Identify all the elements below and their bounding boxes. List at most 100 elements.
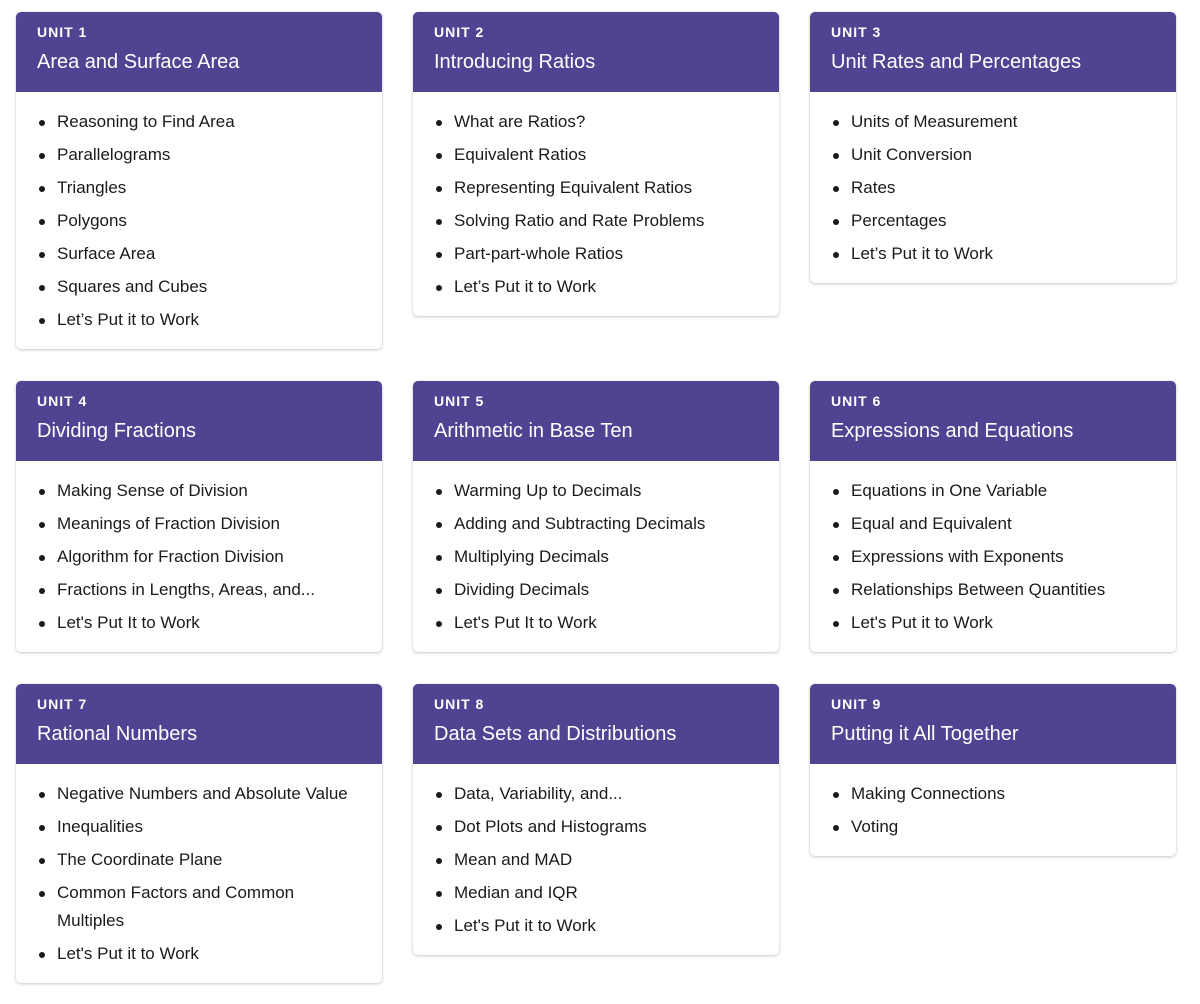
lesson-title: Negative Numbers and Absolute Value <box>57 784 348 803</box>
bullet-icon <box>39 858 45 864</box>
unit-card-header[interactable]: UNIT 4 Dividing Fractions <box>16 381 382 461</box>
lesson-title: Voting <box>851 817 899 836</box>
lesson-link[interactable]: Let's Put it to Work <box>36 940 362 968</box>
unit-title: Unit Rates and Percentages <box>831 51 1082 73</box>
bullet-icon <box>39 555 45 561</box>
lesson-link[interactable]: Let's Put it to Work <box>433 912 759 940</box>
lesson-link[interactable]: Multiplying Decimals <box>433 543 759 571</box>
lesson-link[interactable]: The Coordinate Plane <box>36 846 362 874</box>
lesson-link[interactable]: Inequalities <box>36 813 362 841</box>
lesson-link[interactable]: Expressions with Exponents <box>830 543 1156 571</box>
lesson-title: Data, Variability, and... <box>454 784 623 803</box>
lesson-link[interactable]: Part-part-whole Ratios <box>433 240 759 268</box>
unit-card-7: UNIT 7 Rational Numbers Negative Numbers… <box>16 684 382 983</box>
bullet-icon <box>436 792 442 798</box>
lesson-link[interactable]: Negative Numbers and Absolute Value <box>36 780 362 808</box>
lesson-link[interactable]: Mean and MAD <box>433 846 759 874</box>
bullet-icon <box>436 891 442 897</box>
lesson-link[interactable]: Common Factors and Common Multiples <box>36 879 362 935</box>
lesson-title: Expressions with Exponents <box>851 547 1064 566</box>
lesson-link[interactable]: Rates <box>830 174 1156 202</box>
lesson-link[interactable]: Algorithm for Fraction Division <box>36 543 362 571</box>
lesson-link[interactable]: Let’s Put it to Work <box>830 240 1156 268</box>
lesson-link[interactable]: Let's Put It to Work <box>36 609 362 637</box>
lesson-title: Median and IQR <box>454 883 578 902</box>
bullet-icon <box>833 621 839 627</box>
unit-card-header[interactable]: UNIT 3 Unit Rates and Percentages <box>810 12 1176 92</box>
lesson-link[interactable]: Warming Up to Decimals <box>433 477 759 505</box>
lesson-link[interactable]: Meanings of Fraction Division <box>36 510 362 538</box>
lesson-link[interactable]: Relationships Between Quantities <box>830 576 1156 604</box>
lesson-link[interactable]: Percentages <box>830 207 1156 235</box>
bullet-icon <box>833 252 839 258</box>
lesson-link[interactable]: Triangles <box>36 174 362 202</box>
lesson-title: Algorithm for Fraction Division <box>57 547 284 566</box>
bullet-icon <box>436 924 442 930</box>
lesson-link[interactable]: Median and IQR <box>433 879 759 907</box>
unit-card-header[interactable]: UNIT 7 Rational Numbers <box>16 684 382 764</box>
bullet-icon <box>436 285 442 291</box>
bullet-icon <box>833 186 839 192</box>
lesson-link[interactable]: Adding and Subtracting Decimals <box>433 510 759 538</box>
unit-card-header[interactable]: UNIT 2 Introducing Ratios <box>413 12 779 92</box>
unit-title: Data Sets and Distributions <box>434 723 677 745</box>
lesson-list: Making Sense of Division Meanings of Frac… <box>16 461 382 652</box>
bullet-icon <box>39 952 45 958</box>
lesson-title: Part-part-whole Ratios <box>454 244 624 263</box>
bullet-icon <box>436 186 442 192</box>
lesson-title: What are Ratios? <box>454 112 586 131</box>
bullet-icon <box>39 489 45 495</box>
lesson-link[interactable]: Polygons <box>36 207 362 235</box>
lesson-link[interactable]: Let's Put it to Work <box>830 609 1156 637</box>
unit-card-header[interactable]: UNIT 9 Putting it All Together <box>810 684 1176 764</box>
unit-card-header[interactable]: UNIT 6 Expressions and Equations <box>810 381 1176 461</box>
unit-card-header[interactable]: UNIT 8 Data Sets and Distributions <box>413 684 779 764</box>
lesson-list: What are Ratios? Equivalent Ratios Represe… <box>413 92 779 316</box>
unit-number: UNIT 5 <box>434 393 485 409</box>
lesson-title: Dot Plots and Histograms <box>454 817 647 836</box>
lesson-link[interactable]: Equal and Equivalent <box>830 510 1156 538</box>
lesson-link[interactable]: Representing Equivalent Ratios <box>433 174 759 202</box>
lesson-link[interactable]: Reasoning to Find Area <box>36 108 362 136</box>
bullet-icon <box>436 489 442 495</box>
lesson-link[interactable]: Squares and Cubes <box>36 273 362 301</box>
lesson-link[interactable]: Dividing Decimals <box>433 576 759 604</box>
bullet-icon <box>39 318 45 324</box>
unit-card-header[interactable]: UNIT 1 Area and Surface Area <box>16 12 382 92</box>
lesson-title: Unit Conversion <box>851 145 972 164</box>
lesson-link[interactable]: Data, Variability, and... <box>433 780 759 808</box>
bullet-icon <box>436 825 442 831</box>
unit-title: Putting it All Together <box>831 723 1019 745</box>
lesson-link[interactable]: Equivalent Ratios <box>433 141 759 169</box>
lesson-link[interactable]: Equations in One Variable <box>830 477 1156 505</box>
bullet-icon <box>39 825 45 831</box>
lesson-title: Equations in One Variable <box>851 481 1048 500</box>
lesson-link[interactable]: Fractions in Lengths, Areas, and... <box>36 576 362 604</box>
lesson-title: Polygons <box>57 211 127 230</box>
bullet-icon <box>436 555 442 561</box>
lesson-link[interactable]: Let’s Put it to Work <box>36 306 362 334</box>
lesson-list: Negative Numbers and Absolute Value Inequ… <box>16 764 382 983</box>
lesson-link[interactable]: Voting <box>830 813 1156 841</box>
lesson-link[interactable]: Parallelograms <box>36 141 362 169</box>
unit-card-header[interactable]: UNIT 5 Arithmetic in Base Ten <box>413 381 779 461</box>
lesson-link[interactable]: Let's Put It to Work <box>433 609 759 637</box>
lesson-link[interactable]: Unit Conversion <box>830 141 1156 169</box>
units-row-3: UNIT 7 Rational Numbers Negative Numbers… <box>16 684 1176 983</box>
lesson-link[interactable]: Solving Ratio and Rate Problems <box>433 207 759 235</box>
lesson-title: Parallelograms <box>57 145 171 164</box>
unit-number: UNIT 1 <box>37 24 88 40</box>
lesson-link[interactable]: Units of Measurement <box>830 108 1156 136</box>
lesson-link[interactable]: Surface Area <box>36 240 362 268</box>
bullet-icon <box>39 588 45 594</box>
bullet-icon <box>833 219 839 225</box>
bullet-icon <box>833 489 839 495</box>
lesson-link[interactable]: Making Sense of Division <box>36 477 362 505</box>
lesson-link[interactable]: Making Connections <box>830 780 1156 808</box>
lesson-link[interactable]: Let’s Put it to Work <box>433 273 759 301</box>
bullet-icon <box>436 588 442 594</box>
lesson-link[interactable]: What are Ratios? <box>433 108 759 136</box>
lesson-link[interactable]: Dot Plots and Histograms <box>433 813 759 841</box>
bullet-icon <box>39 186 45 192</box>
unit-card-8: UNIT 8 Data Sets and Distributions Data,… <box>413 684 779 955</box>
